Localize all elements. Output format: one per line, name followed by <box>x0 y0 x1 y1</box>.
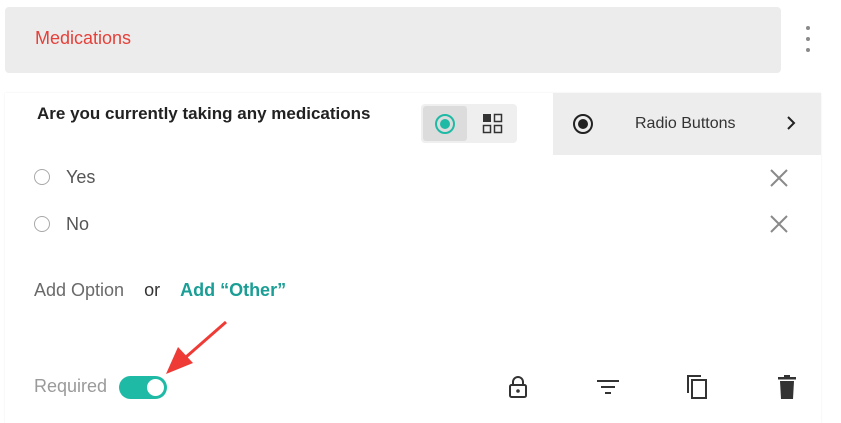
trash-icon <box>778 375 796 399</box>
grid-layout-button[interactable] <box>471 106 515 141</box>
add-other-link[interactable]: Add “Other” <box>180 280 286 301</box>
radio-selected-icon <box>573 114 593 134</box>
option-label: No <box>66 213 90 234</box>
radio-layout-button[interactable] <box>423 106 467 141</box>
filter-button[interactable] <box>591 370 625 404</box>
field-type-selector[interactable]: Radio Buttons <box>553 93 821 155</box>
duplicate-button[interactable] <box>680 370 714 404</box>
delete-button[interactable] <box>770 370 804 404</box>
add-option-row: Add Option or Add “Other” <box>34 280 286 301</box>
field-type-label: Radio Buttons <box>635 115 736 132</box>
lock-button[interactable] <box>501 370 535 404</box>
grid-icon <box>482 113 503 133</box>
section-title: Medications <box>35 28 132 48</box>
or-label: or <box>144 280 161 300</box>
copy-icon <box>687 375 707 399</box>
chevron-right-icon <box>787 116 796 130</box>
section-header: Medications <box>5 7 781 73</box>
radio-circle-icon <box>34 169 50 185</box>
radio-circle-icon <box>34 216 50 232</box>
add-option-link[interactable]: Add Option <box>34 280 124 301</box>
option-row[interactable]: No <box>34 212 89 236</box>
required-toggle[interactable] <box>119 376 167 399</box>
lock-icon <box>509 376 527 398</box>
more-options-icon[interactable] <box>799 26 817 52</box>
question-title: Are you currently taking any medications <box>37 104 371 123</box>
remove-option-icon[interactable] <box>768 167 790 189</box>
layout-toggle <box>421 104 517 143</box>
required-label: Required <box>34 376 108 396</box>
toggle-knob <box>147 379 164 396</box>
filter-icon <box>597 380 619 394</box>
option-label: Yes <box>66 166 96 187</box>
radio-icon <box>435 113 455 134</box>
remove-option-icon[interactable] <box>768 213 790 235</box>
option-row[interactable]: Yes <box>34 165 95 189</box>
